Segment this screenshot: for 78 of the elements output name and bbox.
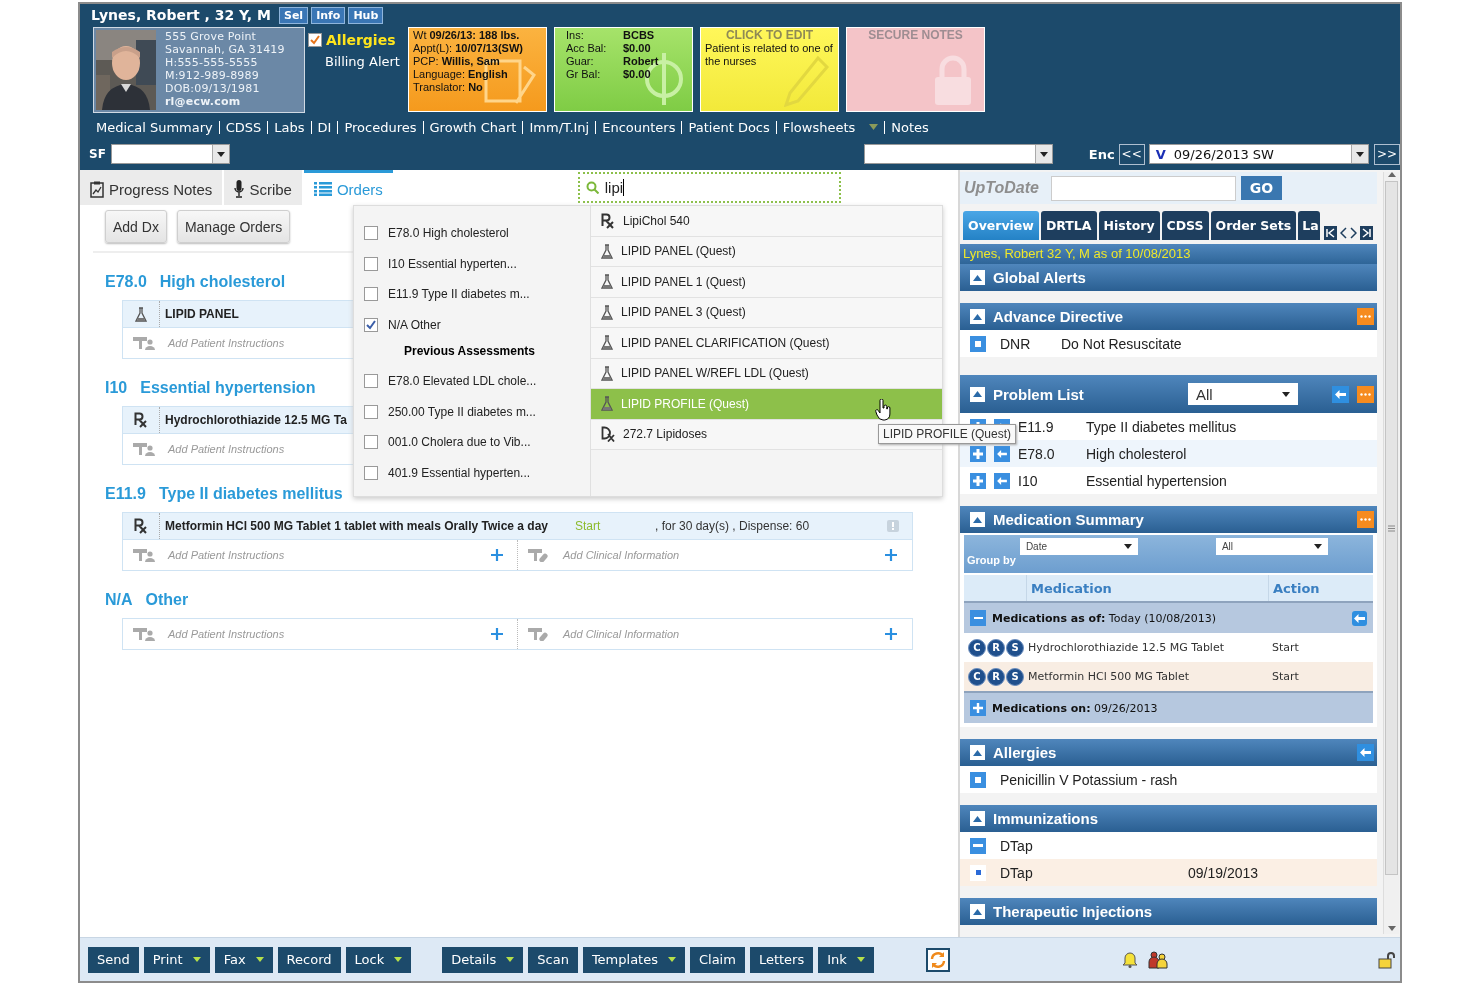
checkbox-label: 250.00 Type II diabetes m...	[388, 404, 536, 419]
field-value: $0.00	[623, 42, 652, 55]
medication-name: Hydrochlorothiazide 12.5 MG Tablet	[1028, 641, 1225, 654]
checkbox-label: E78.0 Elevated LDL chole...	[388, 374, 537, 389]
enc-label: Enc	[1088, 146, 1115, 162]
checkbox-label: E11.9 Type II diabetes m...	[388, 287, 530, 302]
group-title: Medications on: 09/26/2013	[992, 701, 1159, 715]
patient-name: Lynes, Robert , 32 Y, M	[91, 7, 271, 23]
field-value: No	[468, 81, 483, 94]
address-line: DOB:09/13/1981	[165, 82, 261, 95]
field-label: Appt(L):	[413, 42, 453, 55]
list-text: DTap	[1000, 864, 1034, 881]
sf-label: SF	[89, 147, 107, 161]
field-label: PCP:	[413, 55, 439, 68]
medication-name: Metformin HCl 500 MG Tablet	[1028, 670, 1190, 683]
field-label: Wt	[413, 29, 427, 42]
field-label: Gr Bal:	[566, 68, 602, 81]
address-line: 555 Grove Point	[165, 30, 258, 43]
field-label: Translator:	[413, 81, 466, 94]
diagnosis-name: Essential hypertension	[140, 379, 316, 397]
problem-code: E78.0	[1018, 445, 1056, 462]
list-text: Penicillin V Potassium - rash	[1000, 771, 1178, 788]
field-value: Robert	[623, 55, 660, 68]
checkbox-label: 401.9 Essential hyperten...	[388, 465, 531, 480]
field-value: BCBS	[623, 29, 656, 42]
field-label: Ins:	[566, 29, 585, 42]
email-text: rl@ecw.com	[165, 95, 242, 108]
problem-code: E11.9	[1018, 418, 1055, 435]
checkbox-label: N/A Other	[388, 317, 441, 332]
address-line: M:912-989-8989	[165, 69, 260, 82]
tooltip: LIPID PROFILE (Quest)	[878, 424, 1017, 444]
field-value: 09/26/13: 188 lbs.	[429, 29, 520, 42]
problem-name: High cholesterol	[1086, 445, 1187, 462]
list-text: DNR	[1000, 335, 1032, 352]
diagnosis-code: I10	[105, 379, 128, 397]
diagnosis-code: E78.0	[105, 273, 147, 291]
section-heading: Previous Assessments	[403, 343, 536, 360]
list-text: Do Not Resuscitate	[1061, 335, 1182, 352]
section-title: Advance Directive	[993, 308, 1125, 325]
list-text: 09/19/2013	[1188, 864, 1259, 881]
order-detail: , for 30 day(s) , Dispense: 60	[655, 519, 811, 533]
address-line: H:555-555-5555	[165, 56, 259, 69]
diagnosis-name: High cholesterol	[159, 273, 286, 291]
group-by-label: Group by	[967, 554, 1016, 566]
problem-name: Essential hypertension	[1086, 472, 1227, 489]
note-text: Patient is related to one of the nurses	[705, 42, 834, 68]
field-value: English	[468, 68, 508, 81]
field-label: Acc Bal:	[566, 42, 608, 55]
card-title: CLICK TO EDIT	[724, 29, 815, 42]
field-label: Language:	[413, 68, 465, 81]
order-status: Start	[575, 519, 602, 533]
field-value: Willis, Sam	[441, 55, 500, 68]
column-header: Medication	[1030, 580, 1113, 596]
section-title: Therapeutic Injections	[993, 903, 1154, 920]
section-title: Problem List	[993, 385, 1085, 403]
field-value: $0.00	[623, 68, 652, 81]
section-title: Medication Summary	[993, 511, 1145, 528]
field-value: 10/07/13(SW)	[455, 42, 523, 55]
medication-action: Start	[1272, 641, 1299, 654]
problem-name: Type II diabetes mellitus	[1086, 418, 1237, 435]
diagnosis-name: Other	[145, 591, 189, 609]
problem-code: I10	[1018, 472, 1039, 489]
diagnosis-code: N/A	[105, 591, 133, 609]
checkbox-label: E78.0 High cholesterol	[388, 226, 509, 241]
diagnosis-code: E11.9	[105, 485, 146, 503]
medication-action: Start	[1272, 670, 1299, 683]
section-title: Allergies	[993, 744, 1058, 761]
checkbox-label: I10 Essential hyperten...	[388, 256, 517, 271]
section-title: Global Alerts	[993, 269, 1087, 286]
uptodate-label: UpToDate	[964, 179, 1040, 197]
diagnosis-name: Type II diabetes mellitus	[158, 485, 343, 503]
address-line: Savannah, GA 31419	[165, 43, 285, 56]
group-title: Medications as of: Today (10/08/2013)	[992, 611, 1218, 625]
field-label: Guar:	[566, 55, 595, 68]
checkbox-label: 001.0 Cholera due to Vib...	[388, 435, 531, 450]
list-text: DTap	[1000, 837, 1033, 854]
section-title: Immunizations	[993, 810, 1099, 827]
card-title: SECURE NOTES	[867, 29, 964, 42]
